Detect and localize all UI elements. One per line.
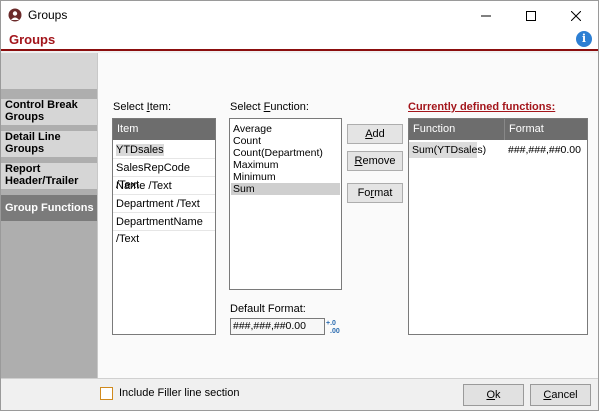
page-title: Groups <box>9 32 56 47</box>
nav-item-label: Group Functions <box>5 202 94 214</box>
include-filler-label: Include Filler line section <box>119 387 240 399</box>
footer-bar: Include Filler line section Ok Cancel <box>1 378 598 410</box>
list-item[interactable]: Name /Text <box>113 178 215 195</box>
close-icon <box>571 10 581 21</box>
include-filler-checkbox[interactable] <box>100 387 113 400</box>
title-bar: Groups <box>1 1 598 30</box>
format-picker-icon[interactable]: +.0 .00 <box>326 318 344 335</box>
minimize-button[interactable] <box>464 1 508 30</box>
list-item[interactable]: Count(Department) <box>231 147 340 159</box>
table-cell-function[interactable]: Sum(YTDsales) <box>409 142 486 158</box>
nav-item-label: Control Break Groups <box>5 99 78 123</box>
remove-button[interactable]: Remove <box>347 151 403 171</box>
list-item[interactable]: Count <box>231 135 340 147</box>
nav-item-detail-line-groups[interactable]: Detail Line Groups <box>1 131 97 157</box>
item-list-header: Item <box>113 119 215 140</box>
app-logo-icon <box>8 8 22 22</box>
maximize-button[interactable] <box>509 1 553 30</box>
main-panel: Select Item: Item YTDsales SalesRepCode … <box>97 53 598 378</box>
select-function-label: Select Function: <box>230 101 309 113</box>
minimize-icon <box>481 15 491 16</box>
nav-item-report-header-trailer[interactable]: Report Header/Trailer <box>1 163 97 189</box>
list-item[interactable]: YTDsales <box>113 142 215 159</box>
list-item[interactable]: Minimum <box>231 171 340 183</box>
ok-button[interactable]: Ok <box>463 384 524 406</box>
left-nav: Control Break Groups Detail Line Groups … <box>1 53 97 378</box>
svg-text:+.0: +.0 <box>326 320 336 327</box>
nav-item-label: Report Header/Trailer <box>5 163 79 187</box>
nav-spacer <box>1 53 97 89</box>
svg-text:.00: .00 <box>330 328 340 334</box>
info-icon[interactable]: i <box>576 31 592 47</box>
column-header-format[interactable]: Format <box>505 119 587 140</box>
list-item[interactable]: Average <box>231 123 340 135</box>
function-list[interactable]: Average Count Count(Department) Maximum … <box>229 118 342 290</box>
table-cell-format[interactable]: ###,###,##0.00 <box>505 142 587 158</box>
list-item[interactable]: DepartmentName /Text <box>113 214 215 245</box>
maximize-icon <box>526 10 536 21</box>
nav-item-control-break-groups[interactable]: Control Break Groups <box>1 99 97 125</box>
default-format-input[interactable]: ###,###,##0.00 <box>230 318 325 335</box>
groups-window: Groups Groups i Control Break Groups Det… <box>0 0 599 411</box>
header-band: Groups i <box>1 30 598 51</box>
select-item-label: Select Item: <box>113 101 172 113</box>
list-item[interactable]: Maximum <box>231 159 340 171</box>
add-button[interactable]: Add <box>347 124 403 144</box>
format-button[interactable]: Format <box>347 183 403 203</box>
format-picker-glyph: +.0 .00 <box>326 320 340 335</box>
list-item[interactable]: SalesRepCode /Text <box>113 160 215 191</box>
item-list[interactable]: Item YTDsales SalesRepCode /Text Name /T… <box>112 118 216 335</box>
cancel-button[interactable]: Cancel <box>530 384 591 406</box>
nav-item-group-functions[interactable]: Group Functions <box>1 195 97 221</box>
list-item[interactable]: Department /Text <box>113 196 215 213</box>
list-item[interactable]: Sum <box>231 183 340 195</box>
window-title: Groups <box>28 8 68 22</box>
default-format-label: Default Format: <box>230 303 306 315</box>
nav-item-label: Detail Line Groups <box>5 131 61 155</box>
close-button[interactable] <box>554 1 598 30</box>
defined-functions-title: Currently defined functions: <box>408 101 556 113</box>
defined-functions-table[interactable]: Function Format Sum(YTDsales) ###,###,##… <box>408 118 588 335</box>
column-header-function[interactable]: Function <box>409 119 505 140</box>
